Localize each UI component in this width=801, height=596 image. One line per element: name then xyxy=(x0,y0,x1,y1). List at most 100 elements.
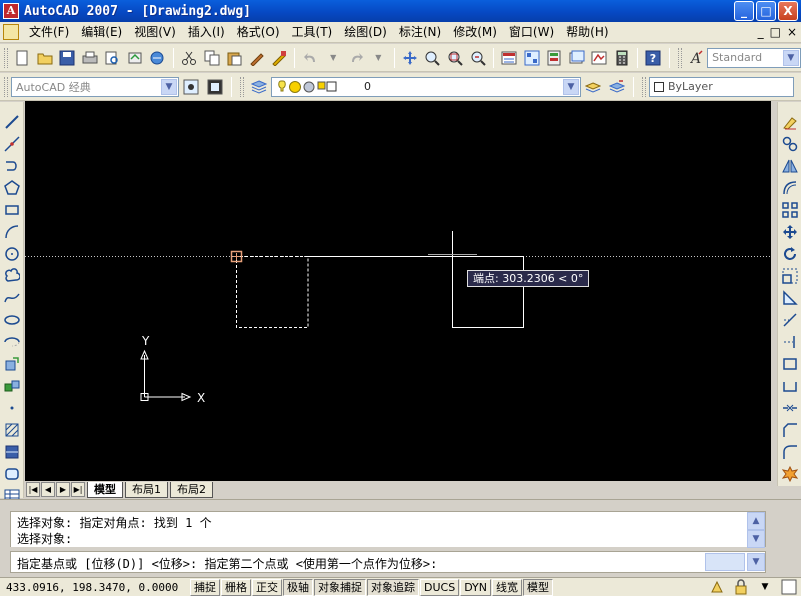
copy-icon[interactable] xyxy=(201,47,222,69)
coordinate-display[interactable]: 433.0916, 198.3470, 0.0000 xyxy=(0,581,190,594)
layer-manager-icon[interactable] xyxy=(248,76,270,98)
communication-center-icon[interactable] xyxy=(706,576,728,596)
chevron-down-icon[interactable]: ▼ xyxy=(161,78,177,95)
text-style-icon[interactable]: A xyxy=(686,47,707,69)
plot-icon[interactable] xyxy=(147,47,168,69)
redo-dropdown-icon[interactable]: ▼ xyxy=(368,47,389,69)
first-tab-button[interactable]: |◀ xyxy=(26,482,40,497)
menu-draw[interactable]: 绘图(D) xyxy=(338,23,393,42)
tool-palettes-icon[interactable] xyxy=(544,47,565,69)
offset-icon[interactable] xyxy=(780,178,799,197)
trim-icon[interactable] xyxy=(780,310,799,329)
tab-layout1[interactable]: 布局1 xyxy=(125,481,168,498)
make-object-layer-current-icon[interactable] xyxy=(582,76,604,98)
design-center-icon[interactable] xyxy=(521,47,542,69)
new-icon[interactable] xyxy=(12,47,33,69)
title-bar[interactable]: A AutoCAD 2007 - [Drawing2.dwg] _ □ X xyxy=(0,0,801,22)
ellipse-icon[interactable] xyxy=(2,310,21,329)
undo-icon[interactable] xyxy=(300,47,321,69)
doc-close-button[interactable]: × xyxy=(787,25,797,39)
publish-icon[interactable] xyxy=(125,47,146,69)
chevron-down-icon[interactable]: ▼ xyxy=(563,78,579,95)
layer-combo[interactable]: 0 ▼ xyxy=(271,76,581,97)
break-icon[interactable] xyxy=(780,376,799,395)
next-tab-button[interactable]: ▶ xyxy=(56,482,70,497)
fillet-icon[interactable] xyxy=(780,442,799,461)
text-style-combo[interactable]: Standard ▼ xyxy=(707,47,801,68)
command-line[interactable]: 指定基点或 [位移(D)] <位移>: 指定第二个点或 <使用第一个点作为位移>… xyxy=(10,551,766,573)
layer-previous-icon[interactable] xyxy=(606,76,628,98)
spline-icon[interactable] xyxy=(2,288,21,307)
join-icon[interactable] xyxy=(780,398,799,417)
construction-line-icon[interactable] xyxy=(2,134,21,153)
insert-block-icon[interactable] xyxy=(2,354,21,373)
menu-insert[interactable]: 插入(I) xyxy=(182,23,231,42)
doc-restore-button[interactable]: □ xyxy=(770,25,781,39)
command-history[interactable]: 选择对象: 指定对角点: 找到 1 个 选择对象: ▲ ▼ xyxy=(10,511,766,548)
copy-object-icon[interactable] xyxy=(780,134,799,153)
workspace-combo[interactable]: AutoCAD 经典 ▼ xyxy=(11,76,179,97)
zoom-realtime-icon[interactable] xyxy=(422,47,443,69)
arc-icon[interactable] xyxy=(2,222,21,241)
toolbar-grip[interactable] xyxy=(677,47,682,68)
ellipse-arc-icon[interactable] xyxy=(2,332,21,351)
polyline-icon[interactable] xyxy=(2,156,21,175)
match-properties-icon[interactable] xyxy=(246,47,267,69)
menu-modify[interactable]: 修改(M) xyxy=(447,23,503,42)
pan-realtime-icon[interactable] xyxy=(400,47,421,69)
rectangle-icon[interactable] xyxy=(2,200,21,219)
autocad-app-icon[interactable]: A xyxy=(3,3,19,19)
menu-file[interactable]: 文件(F) xyxy=(23,23,75,42)
drawing-canvas[interactable]: Y X 端点: 303.2306 < 0° xyxy=(25,101,771,481)
extend-icon[interactable] xyxy=(780,332,799,351)
polar-toggle[interactable]: 极轴 xyxy=(283,578,313,596)
gradient-icon[interactable] xyxy=(2,442,21,461)
explode-icon[interactable] xyxy=(780,464,799,483)
scroll-up-icon[interactable]: ▲ xyxy=(747,512,765,530)
toolbar-grip[interactable] xyxy=(642,76,646,97)
zoom-previous-icon[interactable] xyxy=(467,47,488,69)
toolbar-grip[interactable] xyxy=(240,76,244,97)
menu-view[interactable]: 视图(V) xyxy=(128,23,182,42)
point-icon[interactable] xyxy=(2,398,21,417)
tab-layout2[interactable]: 布局2 xyxy=(170,481,213,498)
document-icon[interactable] xyxy=(3,24,19,40)
doc-minimize-button[interactable]: _ xyxy=(758,25,764,39)
hatch-icon[interactable] xyxy=(2,420,21,439)
scroll-down-icon[interactable]: ▼ xyxy=(747,553,765,571)
dyn-toggle[interactable]: DYN xyxy=(460,578,492,596)
minimize-button[interactable]: _ xyxy=(734,1,754,21)
menu-format[interactable]: 格式(O) xyxy=(231,23,286,42)
ducs-toggle[interactable]: DUCS xyxy=(420,578,460,596)
menu-help[interactable]: 帮助(H) xyxy=(560,23,614,42)
help-icon[interactable]: ? xyxy=(643,47,664,69)
otrack-toggle[interactable]: 对象追踪 xyxy=(367,578,419,596)
sheet-set-manager-icon[interactable] xyxy=(566,47,587,69)
print-preview-icon[interactable] xyxy=(102,47,123,69)
previous-tab-button[interactable]: ◀ xyxy=(41,482,55,497)
polygon-icon[interactable] xyxy=(2,178,21,197)
color-control-combo[interactable]: ByLayer xyxy=(649,76,794,97)
markup-set-manager-icon[interactable] xyxy=(589,47,610,69)
region-icon[interactable] xyxy=(2,464,21,483)
break-at-point-icon[interactable] xyxy=(780,354,799,373)
rotate-icon[interactable] xyxy=(780,244,799,263)
menu-edit[interactable]: 编辑(E) xyxy=(75,23,128,42)
scroll-down-icon[interactable]: ▼ xyxy=(747,530,765,548)
quickcalc-icon[interactable] xyxy=(612,47,633,69)
array-icon[interactable] xyxy=(780,200,799,219)
redo-icon[interactable] xyxy=(346,47,367,69)
snap-toggle[interactable]: 捕捉 xyxy=(190,578,220,596)
lineweight-toggle[interactable]: 线宽 xyxy=(492,578,523,596)
stretch-icon[interactable] xyxy=(780,288,799,307)
lock-icon[interactable] xyxy=(730,576,752,596)
cut-icon[interactable] xyxy=(179,47,200,69)
circle-icon[interactable] xyxy=(2,244,21,263)
grid-toggle[interactable]: 栅格 xyxy=(221,578,251,596)
block-editor-icon[interactable] xyxy=(269,47,290,69)
chamfer-icon[interactable] xyxy=(780,420,799,439)
status-menu-icon[interactable]: ▼ xyxy=(754,576,776,596)
workspace-settings-icon[interactable] xyxy=(180,76,202,98)
model-toggle[interactable]: 模型 xyxy=(523,578,554,596)
save-icon[interactable] xyxy=(57,47,78,69)
